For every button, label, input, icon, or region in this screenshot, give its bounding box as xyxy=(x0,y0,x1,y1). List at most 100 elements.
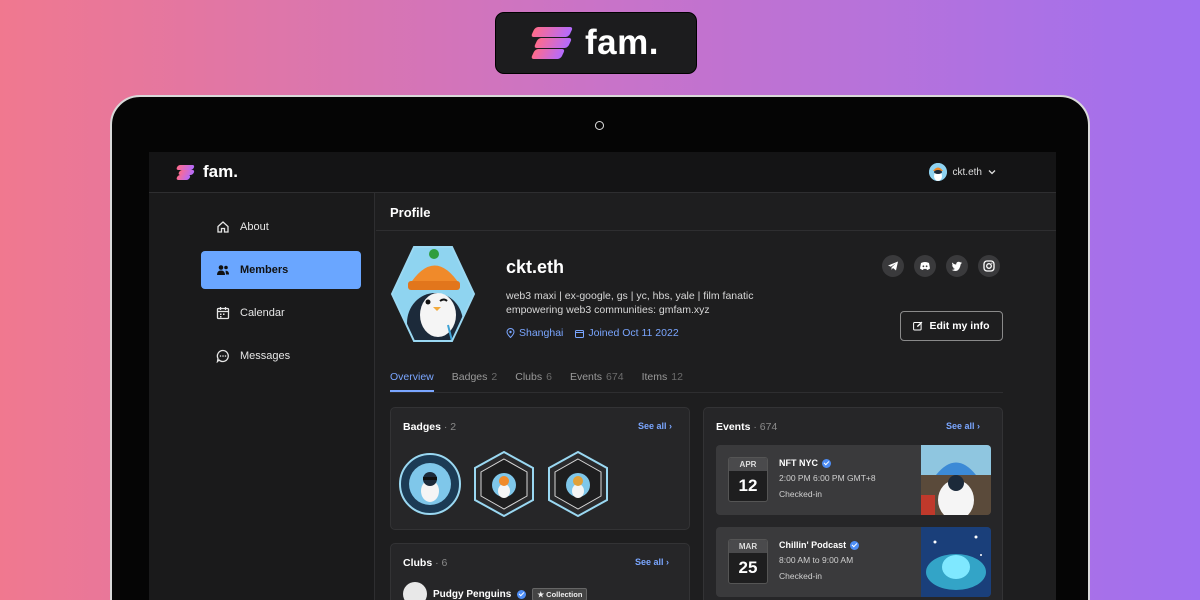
card-count: · 674 xyxy=(753,421,778,433)
sidebar-item-label: Messages xyxy=(240,350,291,362)
joined-date: Joined Oct 11 2022 xyxy=(575,327,679,339)
edit-icon xyxy=(913,321,923,331)
tab-label: Events xyxy=(569,371,603,383)
edit-info-button[interactable]: Edit my info xyxy=(900,311,1003,341)
calendar-icon xyxy=(216,307,230,320)
bio-line: empowering web3 communities: gmfam.xyz xyxy=(506,304,710,316)
event-day: 25 xyxy=(738,558,758,577)
main-content: Profile ckt.eth web3 maxi | ex-google, g… xyxy=(376,193,1056,600)
card-count: · 2 xyxy=(443,421,457,433)
tab-badges[interactable]: Badges 2 xyxy=(452,371,497,392)
event-month: MAR xyxy=(729,540,767,553)
event-status: Checked-in xyxy=(779,489,822,499)
event-name: Chillin' Podcast xyxy=(779,540,860,550)
user-menu[interactable]: ckt.eth xyxy=(928,163,996,181)
event-status: Checked-in xyxy=(779,571,822,581)
card-title-text: Clubs xyxy=(403,557,433,569)
sidebar: About Members Calendar Messages xyxy=(149,193,375,600)
club-name: Pudgy Penguins xyxy=(433,588,512,600)
instagram-icon xyxy=(983,260,995,272)
username: ckt.eth xyxy=(952,166,982,178)
events-card-title: Events · 674 xyxy=(716,421,777,433)
location-text: Shanghai xyxy=(519,327,564,339)
verified-icon xyxy=(850,540,860,550)
camera-icon xyxy=(595,121,604,130)
divider xyxy=(376,230,1056,231)
event-date: MAR 25 xyxy=(728,539,768,584)
discord-icon xyxy=(920,262,930,270)
chat-icon xyxy=(216,349,229,363)
tab-overview[interactable]: Overview xyxy=(390,371,434,392)
app-header: fam. ckt.eth xyxy=(149,152,1056,193)
tab-label: Clubs xyxy=(515,371,543,383)
collection-tag-label: Collection xyxy=(546,589,583,599)
fam-logo-icon xyxy=(530,27,574,59)
clubs-card-title: Clubs · 6 xyxy=(403,557,447,569)
tab-label: Overview xyxy=(390,371,434,383)
card-count: · 6 xyxy=(435,557,448,569)
twitter-icon xyxy=(951,261,962,272)
chevron-down-icon xyxy=(988,170,996,175)
event-name-text: NFT NYC xyxy=(779,458,818,468)
sidebar-item-label: About xyxy=(240,221,269,233)
calendar-icon xyxy=(575,329,585,338)
card-title-text: Badges xyxy=(403,421,441,433)
tab-label: Items xyxy=(641,371,668,383)
sidebar-item-members[interactable]: Members xyxy=(201,251,361,289)
app-screen: fam. ckt.eth About Members Calendar Mess… xyxy=(149,152,1056,600)
events-see-all-link[interactable]: See all › xyxy=(946,421,980,431)
club-item[interactable]: Pudgy Penguins ★ Collection xyxy=(403,582,588,600)
profile-tabs: Overview Badges 2 Clubs 6 Events 674 Ite… xyxy=(390,371,683,392)
instagram-link[interactable] xyxy=(978,255,1000,277)
tab-count: 6 xyxy=(546,371,552,383)
collection-tag: ★ Collection xyxy=(532,587,588,600)
see-all-label: See all xyxy=(635,557,664,567)
brand-badge: fam. xyxy=(495,12,697,74)
event-name-text: Chillin' Podcast xyxy=(779,540,847,550)
app-logo[interactable]: fam. xyxy=(175,162,238,182)
badges-see-all-link[interactable]: See all › xyxy=(638,421,672,431)
page-title: Profile xyxy=(390,205,431,220)
telegram-icon xyxy=(888,261,898,271)
tab-events[interactable]: Events 674 xyxy=(570,371,624,392)
see-all-label: See all xyxy=(638,421,667,431)
tab-items[interactable]: Items 12 xyxy=(642,371,683,392)
avatar xyxy=(928,163,947,181)
badge-beijing-icon[interactable] xyxy=(547,451,609,517)
clubs-card: Clubs · 6 See all › Pudgy Penguins ★ Col… xyxy=(390,543,690,600)
badges-card-title: Badges · 2 xyxy=(403,421,456,433)
telegram-link[interactable] xyxy=(882,255,904,277)
badge-asia-icon[interactable] xyxy=(399,451,461,517)
tab-clubs[interactable]: Clubs 6 xyxy=(515,371,552,392)
home-icon xyxy=(217,221,229,233)
fam-logo-icon xyxy=(175,164,196,180)
event-name: NFT NYC xyxy=(779,458,831,468)
sidebar-item-label: Calendar xyxy=(240,307,285,319)
divider xyxy=(390,392,1003,393)
sidebar-item-about[interactable]: About xyxy=(201,208,361,246)
discord-link[interactable] xyxy=(914,255,936,277)
profile-name: ckt.eth xyxy=(506,257,565,277)
joined-text: Joined Oct 11 2022 xyxy=(588,327,679,339)
tab-label: Badges xyxy=(451,371,488,383)
location-pin-icon xyxy=(506,328,515,338)
profile-avatar xyxy=(390,246,476,342)
event-time: 8:00 AM to 9:00 AM xyxy=(779,555,854,565)
sidebar-item-calendar[interactable]: Calendar xyxy=(201,294,361,332)
profile-meta: Shanghai Joined Oct 11 2022 xyxy=(506,327,679,339)
event-date: APR 12 xyxy=(728,457,768,502)
sidebar-item-messages[interactable]: Messages xyxy=(201,337,361,375)
clubs-see-all-link[interactable]: See all › xyxy=(635,557,669,567)
twitter-link[interactable] xyxy=(946,255,968,277)
sidebar-item-label: Members xyxy=(240,264,289,276)
badge-shanghai-icon[interactable] xyxy=(473,451,535,517)
tab-count: 12 xyxy=(671,371,683,383)
app-logo-text: fam. xyxy=(203,162,238,181)
event-thumbnail xyxy=(921,527,991,597)
event-time: 2:00 PM 6:00 PM GMT+8 xyxy=(779,473,876,483)
event-item[interactable]: MAR 25 Chillin' Podcast 8:00 AM to 9:00 … xyxy=(716,527,991,597)
social-links xyxy=(882,255,1000,277)
event-thumbnail xyxy=(921,445,991,515)
badges-card: Badges · 2 See all › xyxy=(390,407,690,530)
event-item[interactable]: APR 12 NFT NYC 2:00 PM 6:00 PM GMT+8 Che… xyxy=(716,445,991,515)
